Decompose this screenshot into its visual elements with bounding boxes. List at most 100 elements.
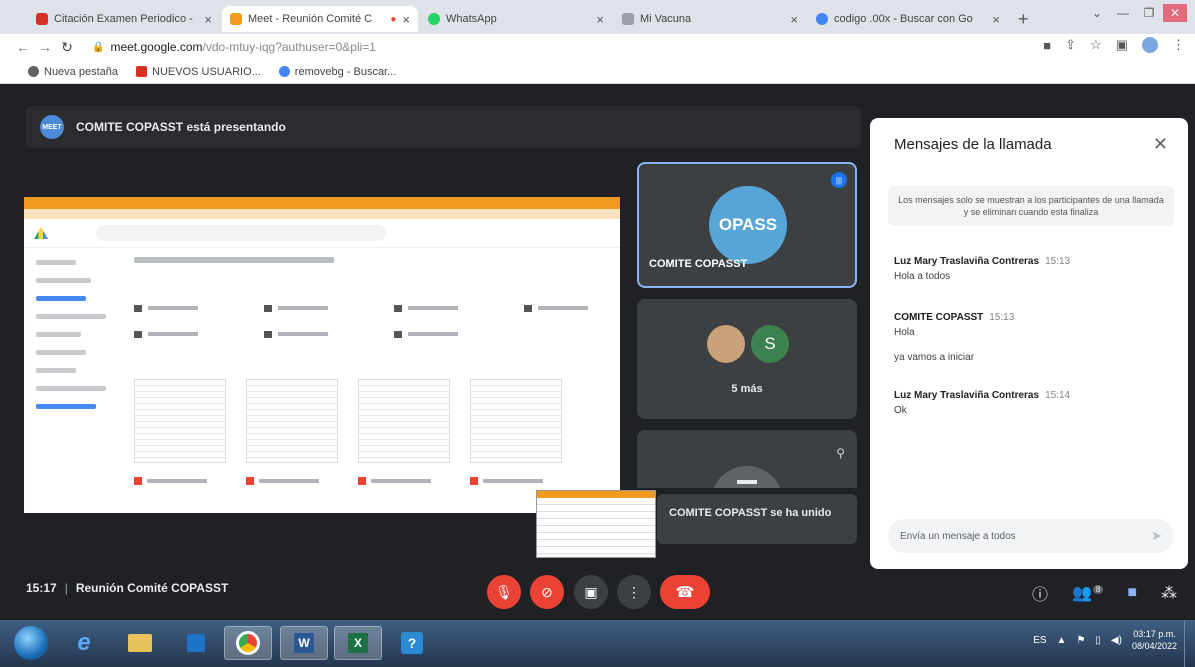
address-bar[interactable]: 🔒 meet.google.com /vdo-mtuy-iqg?authuser… [92, 37, 912, 57]
pin-icon[interactable]: ⚲ [836, 446, 845, 460]
tab-mi-vacuna[interactable]: Mi Vacuna × [614, 6, 806, 32]
end-call-button[interactable]: ☎ [660, 575, 710, 609]
meet-control-bar: 15:17 | Reunión Comité COPASST 🎙 ⊘ ▣ ⋮ ☎… [0, 571, 1195, 621]
shared-drive-sidebar [24, 247, 120, 513]
profile-avatar[interactable] [1142, 37, 1158, 53]
chrome-icon[interactable] [224, 626, 272, 660]
presenting-banner: MEET COMITE COPASST está presentando [26, 106, 861, 148]
chevron-down-icon[interactable]: ⌄ [1085, 4, 1109, 22]
chat-message: Luz Mary Traslaviña Contreras 15:14 Ok [894, 390, 1071, 416]
camera-icon[interactable]: ■ [1043, 38, 1051, 53]
close-tab-icon[interactable]: × [204, 12, 212, 27]
side-panel-controls: ⓘ 👥 8 ■ ⁂ [1032, 581, 1177, 605]
drive-logo-icon [34, 227, 48, 239]
participant-letter-avatar: S [751, 325, 789, 363]
reload-icon[interactable]: ↻ [56, 39, 78, 56]
internet-explorer-icon[interactable]: e [60, 626, 108, 660]
shared-search-box [96, 225, 386, 241]
globe-icon [28, 66, 39, 77]
show-desktop-button[interactable] [1184, 620, 1195, 667]
window-controls: ⌄ — ❐ ✕ [1085, 4, 1187, 22]
help-icon[interactable]: ? [388, 626, 436, 660]
whatsapp-icon [428, 13, 440, 25]
back-arrow-icon[interactable]: ← [12, 39, 34, 55]
meet-stage: MEET COMITE COPASST está presentando OPA… [0, 84, 1195, 620]
star-icon[interactable]: ☆ [1090, 37, 1102, 53]
meet-icon [230, 13, 242, 25]
forward-arrow-icon[interactable]: → [34, 39, 56, 55]
tab-google-search[interactable]: codigo .00x - Buscar con Go × [808, 6, 1008, 32]
share-icon[interactable]: ⇪ [1065, 37, 1076, 53]
tab-meet[interactable]: Meet - Reunión Comité C ● × [222, 6, 418, 32]
close-tab-icon[interactable]: × [992, 12, 1000, 27]
info-icon[interactable]: ⓘ [1032, 581, 1048, 605]
self-view-thumbnail[interactable] [536, 490, 656, 558]
more-participants-tile[interactable]: S 5 más [637, 299, 857, 419]
tab-citacion[interactable]: Citación Examen Periodico - × [28, 6, 220, 32]
new-tab-button[interactable]: + [1018, 9, 1029, 30]
present-button[interactable]: ▣ [574, 575, 608, 609]
chat-message: COMITE COPASST 15:13 Hola ya vamos a inic… [894, 312, 1015, 363]
minimize-button[interactable]: — [1111, 4, 1135, 22]
chat-icon[interactable]: ■ [1127, 584, 1137, 602]
shared-drive-header [24, 219, 620, 248]
shared-address-bar [24, 209, 620, 219]
gmail-icon [36, 13, 48, 25]
participant-avatar [711, 466, 783, 488]
participant-avatar: OPASS [709, 186, 787, 264]
close-tab-icon[interactable]: × [790, 12, 798, 27]
system-tray: ES ▲ ⚑ ▯ ◀) 03:17 p.m. 08/04/2022 [1033, 628, 1177, 652]
word-icon[interactable]: W [280, 626, 328, 660]
recording-dot-icon: ● [390, 13, 397, 25]
sidepanel-icon[interactable]: ▣ [1116, 37, 1128, 53]
close-icon[interactable]: ✕ [1153, 134, 1168, 155]
google-icon [816, 13, 828, 25]
tab-whatsapp[interactable]: WhatsApp × [420, 6, 612, 32]
chat-title: Mensajes de la llamada [894, 136, 1052, 153]
more-options-button[interactable]: ⋮ [617, 575, 651, 609]
toolbar-icons: ■ ⇪ ☆ ▣ ⋮ [1043, 37, 1185, 53]
close-window-button[interactable]: ✕ [1163, 4, 1187, 22]
show-hidden-icons-icon[interactable]: ▲ [1057, 635, 1067, 646]
people-icon[interactable]: 👥 8 [1072, 583, 1104, 603]
system-clock[interactable]: 03:17 p.m. 08/04/2022 [1132, 628, 1177, 652]
mic-off-button[interactable]: 🎙 [487, 575, 521, 609]
google-icon [278, 66, 290, 77]
close-tab-icon[interactable]: × [402, 12, 410, 27]
participant-tile-comite[interactable]: OPASS ||| COMITE COPASST [637, 162, 857, 288]
lock-icon: 🔒 [92, 41, 105, 53]
bookmark-nuevos-usuario[interactable]: NUEVOS USUARIO... [136, 66, 261, 78]
chat-notice: Los mensajes solo se muestran a los part… [888, 186, 1174, 226]
participant-tile-self[interactable]: ⚲ [637, 430, 857, 488]
gmail-icon [136, 66, 147, 77]
shared-file-names [134, 477, 610, 485]
maximize-button[interactable]: ❐ [1137, 4, 1161, 22]
close-tab-icon[interactable]: × [596, 12, 604, 27]
chat-message: Luz Mary Traslaviña Contreras 15:13 Hola … [894, 256, 1071, 282]
send-icon[interactable]: ➤ [1151, 528, 1162, 544]
separator: | [64, 581, 68, 595]
start-button[interactable] [14, 626, 48, 660]
network-icon[interactable]: ▯ [1095, 635, 1101, 646]
shared-drive-content [134, 257, 610, 513]
participants-count: 8 [1092, 584, 1104, 594]
windows-taskbar: e W X ? ES ▲ ⚑ ▯ ◀) 03:17 p.m. 08/04/202… [0, 620, 1195, 667]
bookmark-removebg[interactable]: removebg - Buscar... [278, 66, 396, 78]
camera-off-button[interactable]: ⊘ [530, 575, 564, 609]
meeting-time: 15:17 [26, 581, 57, 595]
volume-icon[interactable]: ◀) [1111, 635, 1122, 646]
bookmark-nueva-pestana[interactable]: Nueva pestaña [28, 66, 118, 78]
file-explorer-icon[interactable] [116, 626, 164, 660]
meeting-name: Reunión Comité COPASST [75, 581, 229, 595]
outlook-icon[interactable] [172, 626, 220, 660]
join-notification: COMITE COPASST se ha unido [657, 494, 857, 544]
flag-icon[interactable]: ⚑ [1076, 635, 1085, 646]
shared-screen [24, 197, 620, 513]
meeting-info: 15:17 | Reunión Comité COPASST [26, 581, 228, 595]
language-indicator[interactable]: ES [1033, 635, 1046, 646]
chat-message-input[interactable]: Envía un mensaje a todos ➤ [888, 519, 1174, 553]
activities-icon[interactable]: ⁂ [1161, 583, 1177, 603]
excel-icon[interactable]: X [334, 626, 382, 660]
menu-dots-icon[interactable]: ⋮ [1172, 37, 1185, 53]
shared-tab-strip [24, 197, 620, 209]
